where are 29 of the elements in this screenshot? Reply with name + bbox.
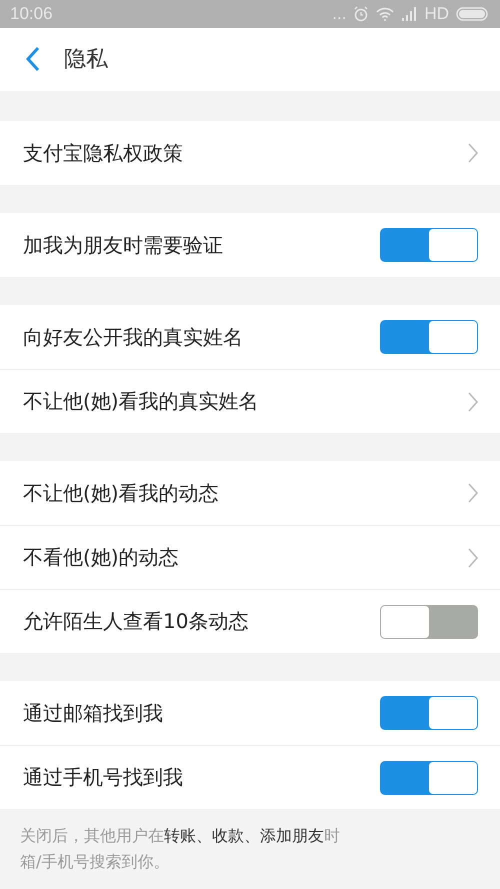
toggle-switch[interactable]	[380, 604, 478, 638]
chevron-right-icon	[468, 392, 478, 412]
signal-icon	[401, 6, 418, 21]
chevron-right-icon	[468, 483, 478, 503]
footer-note: 关闭后，其他用户在转账、收款、添加朋友时	[20, 825, 341, 847]
alarm-icon	[353, 6, 370, 22]
status-time: 10:06	[10, 4, 53, 24]
chevron-right-icon	[468, 548, 478, 568]
footer-note: 箱/手机号搜索到你。	[20, 851, 170, 873]
battery-icon	[456, 6, 490, 21]
setting-label: 通过手机号找到我	[23, 764, 184, 791]
toggle-switch[interactable]	[380, 696, 478, 730]
setting-label[interactable]: 支付宝隐私权政策	[23, 140, 468, 166]
chevron-right-icon	[468, 143, 478, 163]
setting-label: 加我为朋友时需要验证	[23, 232, 224, 258]
toggle-switch[interactable]	[380, 228, 478, 262]
setting-label[interactable]: 不让他(她)看我的真实姓名	[23, 388, 468, 415]
status-dots: ...	[332, 4, 346, 24]
back-button[interactable]	[24, 46, 42, 72]
page-title: 隐私	[64, 46, 108, 74]
setting-label: 通过邮箱找到我	[23, 700, 164, 726]
network-type: HD	[424, 4, 449, 24]
setting-label[interactable]: 不让他(她)看我的动态	[23, 480, 468, 506]
toggle-switch[interactable]	[380, 760, 478, 794]
setting-label: 向好友公开我的真实姓名	[23, 324, 244, 350]
wifi-icon	[376, 6, 394, 21]
setting-label[interactable]: 不看他(她)的动态	[23, 544, 468, 571]
setting-label: 允许陌生人查看10条动态	[23, 608, 250, 635]
toggle-switch[interactable]	[380, 320, 478, 354]
